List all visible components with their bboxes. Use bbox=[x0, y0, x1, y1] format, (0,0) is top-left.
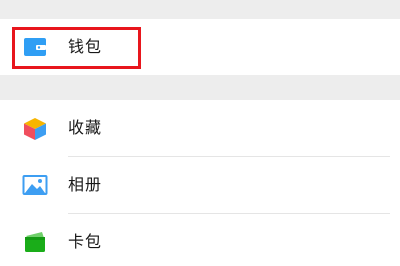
menu-item-label: 收藏 bbox=[68, 118, 103, 137]
wallet-group: 钱包 bbox=[0, 19, 400, 75]
menu-item-favorites[interactable]: 收藏 bbox=[0, 100, 400, 156]
menu-item-label: 卡包 bbox=[68, 232, 103, 251]
menu-item-label: 相册 bbox=[68, 175, 103, 194]
card-wallet-icon bbox=[22, 230, 48, 254]
menu-item-label: 钱包 bbox=[68, 37, 103, 56]
favorites-cube-icon bbox=[22, 116, 48, 140]
menu-item-album[interactable]: 相册 bbox=[0, 157, 400, 213]
wallet-icon bbox=[22, 35, 48, 59]
features-group: 收藏 相册 卡包 bbox=[0, 100, 400, 266]
me-page-menu: 钱包 收藏 相册 卡包 bbox=[0, 0, 400, 266]
menu-item-wallet[interactable]: 钱包 bbox=[0, 19, 400, 75]
photo-album-icon bbox=[22, 173, 48, 197]
menu-item-card-wallet[interactable]: 卡包 bbox=[0, 214, 400, 266]
